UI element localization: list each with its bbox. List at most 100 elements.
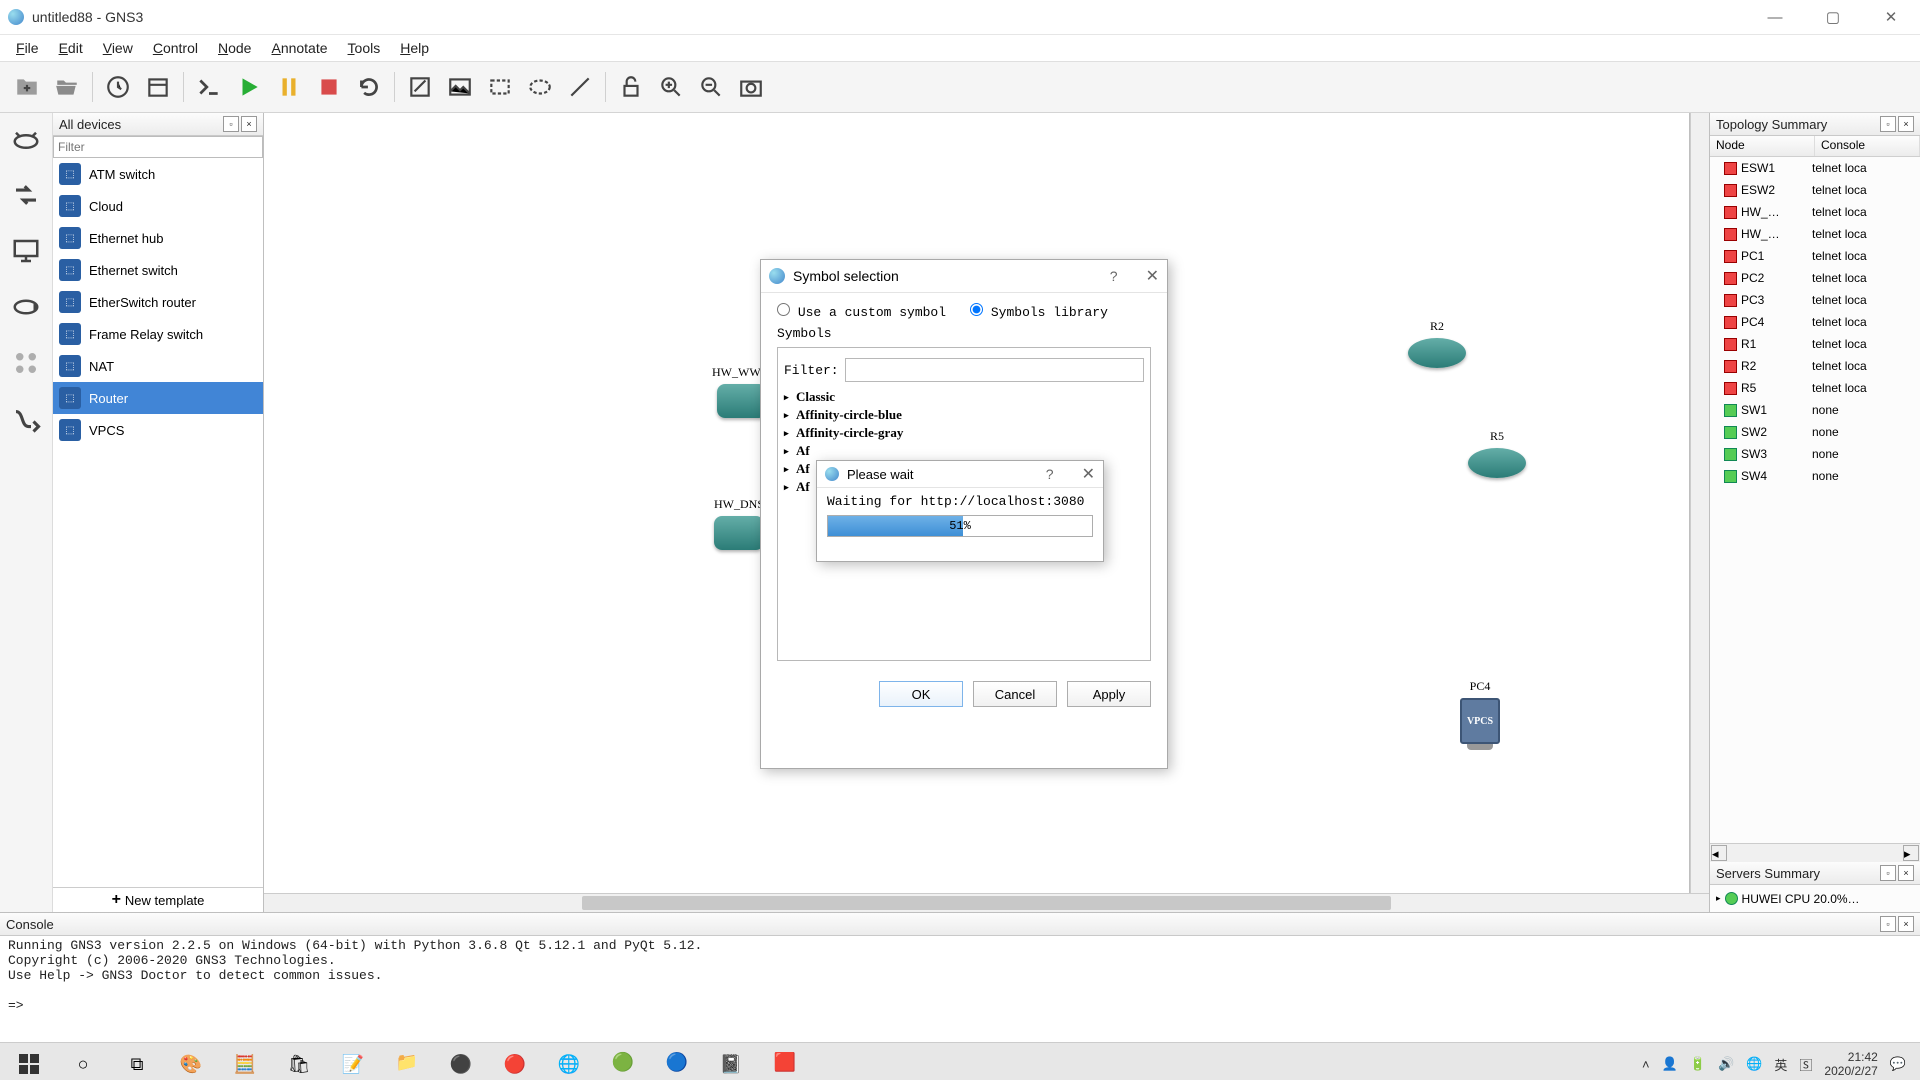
tray-ime-icon[interactable]: 英	[1774, 1055, 1787, 1074]
device-item[interactable]: ⬚Cloud	[53, 190, 263, 222]
lock-button[interactable]	[612, 68, 650, 106]
taskview-button[interactable]: ⧉	[110, 1043, 164, 1080]
onenote-app[interactable]: 📓	[704, 1043, 758, 1080]
gns3-app[interactable]: 🔵	[650, 1043, 704, 1080]
calculator-app[interactable]: 🧮	[218, 1043, 272, 1080]
topology-row[interactable]: PC3telnet loca	[1710, 289, 1920, 311]
console-all-button[interactable]	[190, 68, 228, 106]
dock-switches[interactable]	[6, 175, 46, 215]
panel-float-button[interactable]: ▫	[1880, 865, 1896, 881]
start-all-button[interactable]	[230, 68, 268, 106]
symbol-tree-item[interactable]: ▸Affinity-circle-blue	[784, 406, 1144, 424]
panel-close-button[interactable]: ×	[241, 116, 257, 132]
topology-hscroll[interactable]: ◂▸	[1710, 843, 1920, 862]
rect-button[interactable]	[481, 68, 519, 106]
topology-row[interactable]: ESW1telnet loca	[1710, 157, 1920, 179]
topology-row[interactable]: HW_…telnet loca	[1710, 201, 1920, 223]
image-button[interactable]	[441, 68, 479, 106]
tray-battery-icon[interactable]: 🔋	[1690, 1056, 1706, 1072]
horizontal-scrollbar[interactable]	[264, 893, 1709, 912]
note-button[interactable]	[401, 68, 439, 106]
new-project-button[interactable]	[8, 68, 46, 106]
tray-network-icon[interactable]: 🌐	[1746, 1056, 1762, 1072]
cancel-button[interactable]: Cancel	[973, 681, 1057, 707]
line-button[interactable]	[561, 68, 599, 106]
topology-row[interactable]: PC2telnet loca	[1710, 267, 1920, 289]
device-item[interactable]: ⬚Ethernet hub	[53, 222, 263, 254]
device-item[interactable]: ⬚Ethernet switch	[53, 254, 263, 286]
screenshot-button[interactable]	[732, 68, 770, 106]
dialog-help-button[interactable]: ?	[1046, 466, 1054, 482]
paint-app[interactable]: 🎨	[164, 1043, 218, 1080]
radio-symbols-library[interactable]: Symbols library	[970, 303, 1108, 320]
device-item[interactable]: ⬚VPCS	[53, 414, 263, 446]
cortana-button[interactable]: ○	[56, 1043, 110, 1080]
tray-chevron-icon[interactable]: ˄	[1642, 1057, 1650, 1072]
topology-row[interactable]: SW2none	[1710, 421, 1920, 443]
device-filter-input[interactable]	[53, 136, 263, 158]
dock-end-devices[interactable]	[6, 231, 46, 271]
panel-float-button[interactable]: ▫	[223, 116, 239, 132]
topology-row[interactable]: R1telnet loca	[1710, 333, 1920, 355]
menu-edit[interactable]: Edit	[49, 38, 93, 58]
zoom-in-button[interactable]	[652, 68, 690, 106]
topology-row[interactable]: HW_…telnet loca	[1710, 223, 1920, 245]
device-item[interactable]: ⬚ATM switch	[53, 158, 263, 190]
zoom-out-button[interactable]	[692, 68, 730, 106]
panel-float-button[interactable]: ▫	[1880, 916, 1896, 932]
dialog-help-button[interactable]: ?	[1110, 268, 1118, 284]
menu-annotate[interactable]: Annotate	[261, 38, 337, 58]
obs-app[interactable]: ⚫	[434, 1043, 488, 1080]
stickynotes-app[interactable]: 📝	[326, 1043, 380, 1080]
panel-close-button[interactable]: ×	[1898, 865, 1914, 881]
topology-row[interactable]: ESW2telnet loca	[1710, 179, 1920, 201]
notifications-icon[interactable]: 💬	[1890, 1056, 1906, 1072]
store-app[interactable]: 🛍	[272, 1043, 326, 1080]
topology-row[interactable]: R2telnet loca	[1710, 355, 1920, 377]
restart-all-button[interactable]	[350, 68, 388, 106]
topology-row[interactable]: PC4telnet loca	[1710, 311, 1920, 333]
stop-all-button[interactable]	[310, 68, 348, 106]
dock-security[interactable]	[6, 287, 46, 327]
topology-row[interactable]: SW1none	[1710, 399, 1920, 421]
dialog-close-button[interactable]: ✕	[1082, 464, 1095, 484]
topology-row[interactable]: SW4none	[1710, 465, 1920, 487]
panel-float-button[interactable]: ▫	[1880, 116, 1896, 132]
menu-control[interactable]: Control	[143, 38, 208, 58]
device-item[interactable]: ⬚EtherSwitch router	[53, 286, 263, 318]
symbol-tree-item[interactable]: ▸Af	[784, 442, 1144, 460]
start-button[interactable]	[2, 1043, 56, 1080]
menu-file[interactable]: File	[6, 38, 49, 58]
symbol-tree-item[interactable]: ▸Affinity-circle-gray	[784, 424, 1144, 442]
taskbar-clock[interactable]: 21:422020/2/27	[1824, 1050, 1877, 1079]
maximize-button[interactable]: ▢	[1804, 0, 1862, 34]
reload-button[interactable]	[99, 68, 137, 106]
dialog-close-button[interactable]: ✕	[1146, 266, 1159, 286]
console-output[interactable]: Running GNS3 version 2.2.5 on Windows (6…	[0, 936, 1920, 1042]
panel-close-button[interactable]: ×	[1898, 116, 1914, 132]
explorer-app[interactable]: 📁	[380, 1043, 434, 1080]
device-item[interactable]: ⬚Router	[53, 382, 263, 414]
radio-custom-symbol[interactable]: Use a custom symbol	[777, 303, 946, 320]
topology-row[interactable]: R5telnet loca	[1710, 377, 1920, 399]
tray-people-icon[interactable]: 👤	[1662, 1056, 1678, 1072]
minimize-button[interactable]: —	[1746, 0, 1804, 34]
device-item[interactable]: ⬚Frame Relay switch	[53, 318, 263, 350]
device-item[interactable]: ⬚NAT	[53, 350, 263, 382]
snapshot-button[interactable]	[139, 68, 177, 106]
menu-node[interactable]: Node	[208, 38, 261, 58]
ok-button[interactable]: OK	[879, 681, 963, 707]
open-project-button[interactable]	[48, 68, 86, 106]
pause-all-button[interactable]	[270, 68, 308, 106]
edge-app[interactable]: 🌐	[542, 1043, 596, 1080]
chrome-app[interactable]: 🟢	[596, 1043, 650, 1080]
dock-link[interactable]	[6, 399, 46, 439]
topology-row[interactable]: SW3none	[1710, 443, 1920, 465]
new-template-button[interactable]: +New template	[53, 887, 263, 912]
panel-close-button[interactable]: ×	[1898, 916, 1914, 932]
symbol-tree-item[interactable]: ▸Classic	[784, 388, 1144, 406]
symbol-filter-input[interactable]	[845, 358, 1144, 382]
tray-sogou-icon[interactable]: 🅂	[1799, 1055, 1812, 1074]
topology-row[interactable]: PC1telnet loca	[1710, 245, 1920, 267]
apply-button[interactable]: Apply	[1067, 681, 1151, 707]
